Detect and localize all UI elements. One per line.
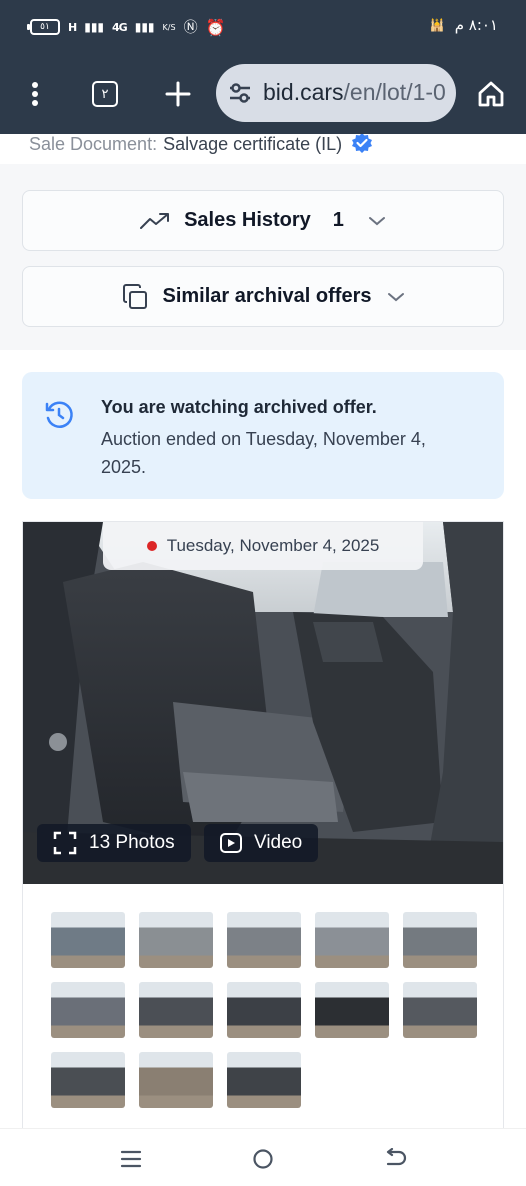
back-arrow-icon bbox=[386, 1148, 407, 1166]
signal-4g-icon: 4G bbox=[112, 20, 128, 34]
sale-document-label: Sale Document: bbox=[29, 134, 158, 154]
browser-toolbar: ٢ bid.cars/en/lot/1-0 bbox=[0, 56, 526, 134]
menu-button[interactable] bbox=[15, 74, 55, 114]
notice-title: You are watching archived offer. bbox=[101, 397, 377, 417]
mosque-icon: 🕌 bbox=[429, 18, 445, 32]
archived-offer-notice: You are watching archived offer. Auction… bbox=[22, 372, 504, 499]
tab-count-icon: ٢ bbox=[92, 81, 118, 107]
circle-home-icon bbox=[253, 1149, 273, 1169]
site-settings-icon[interactable] bbox=[228, 81, 252, 105]
photo-thumbnail[interactable] bbox=[51, 912, 125, 968]
menu-lines-icon bbox=[120, 1150, 142, 1168]
url-domain: bid.cars bbox=[263, 79, 344, 105]
photo-thumbnail[interactable] bbox=[139, 982, 213, 1038]
history-icon bbox=[45, 401, 73, 428]
photo-thumbnail[interactable] bbox=[139, 912, 213, 968]
photo-gallery-card: Tuesday, November 4, 2025 13 Photos Vide… bbox=[22, 521, 504, 1128]
status-bar: ٥١ H ▮▮▮ 4G ▮▮▮ K/S Ⓝ ⏰ 🕌 ٨:٠١ م bbox=[0, 0, 526, 56]
signal-h-icon: H bbox=[68, 20, 77, 34]
system-nav-bar bbox=[0, 1128, 526, 1186]
photo-thumbnail[interactable] bbox=[51, 1052, 125, 1108]
status-right: 🕌 ٨:٠١ م bbox=[430, 16, 498, 34]
nfc-icon: Ⓝ bbox=[183, 20, 198, 36]
sales-history-label: Sales History bbox=[184, 209, 311, 231]
video-play-icon bbox=[220, 833, 242, 853]
photo-thumbnail[interactable] bbox=[403, 912, 477, 968]
url-path: /en/lot/1-0 bbox=[343, 79, 446, 105]
kebab-menu-icon bbox=[32, 82, 38, 106]
video-button[interactable]: Video bbox=[204, 824, 319, 862]
home-button[interactable] bbox=[471, 74, 511, 114]
status-left-icons: ٥١ H ▮▮▮ 4G ▮▮▮ K/S Ⓝ ⏰ bbox=[27, 17, 226, 37]
photo-thumbnail[interactable] bbox=[227, 912, 301, 968]
signal-bars-icon-2: ▮▮▮ bbox=[134, 20, 155, 34]
similar-offers-accordion[interactable]: Similar archival offers bbox=[22, 266, 504, 327]
home-icon bbox=[478, 81, 504, 107]
trending-up-icon bbox=[140, 212, 170, 229]
photo-thumbnail[interactable] bbox=[227, 1052, 301, 1108]
signal-bars-icon: ▮▮▮ bbox=[84, 20, 105, 34]
sales-history-count: 1 bbox=[332, 209, 344, 231]
photos-count-label: 13 Photos bbox=[89, 832, 175, 853]
url-text[interactable]: bid.cars/en/lot/1-0 bbox=[263, 79, 446, 106]
address-bar[interactable]: bid.cars/en/lot/1-0 bbox=[216, 64, 456, 122]
recent-apps-button[interactable] bbox=[113, 1143, 149, 1175]
sale-document-row: Sale Document: Salvage certificate (IL) bbox=[29, 134, 373, 155]
tab-switcher-button[interactable]: ٢ bbox=[85, 74, 125, 114]
verified-badge-icon bbox=[352, 134, 373, 153]
photo-thumbnail[interactable] bbox=[139, 1052, 213, 1108]
alarm-icon: ⏰ bbox=[205, 17, 226, 37]
battery-icon: ٥١ bbox=[27, 19, 60, 35]
copy-icon bbox=[122, 283, 147, 309]
notice-text: Auction ended on Tuesday, November 4, 20… bbox=[101, 429, 426, 477]
clock: ٨:٠١ م bbox=[454, 16, 498, 34]
sale-document-value: Salvage certificate (IL) bbox=[163, 134, 343, 154]
back-nav-button[interactable] bbox=[377, 1143, 413, 1175]
main-vehicle-photo[interactable]: Tuesday, November 4, 2025 13 Photos Vide… bbox=[23, 522, 503, 884]
plus-icon bbox=[165, 81, 191, 107]
page-content: Sale Document: Salvage certificate (IL) S… bbox=[0, 134, 526, 1128]
fullscreen-icon bbox=[53, 831, 77, 855]
live-dot-icon bbox=[146, 541, 157, 551]
chevron-down-icon bbox=[388, 292, 405, 301]
auction-date-pill: Tuesday, November 4, 2025 bbox=[103, 522, 423, 570]
photo-thumbnail[interactable] bbox=[227, 982, 301, 1038]
home-nav-button[interactable] bbox=[245, 1143, 281, 1175]
accordion-section: Sales History 1 Similar archival offers bbox=[0, 164, 526, 350]
video-label: Video bbox=[254, 832, 303, 853]
similar-offers-label: Similar archival offers bbox=[162, 285, 372, 307]
photo-thumbnail[interactable] bbox=[403, 982, 477, 1038]
sales-history-accordion[interactable]: Sales History 1 bbox=[22, 190, 504, 251]
net-speed: K/S bbox=[162, 22, 176, 32]
auction-date: Tuesday, November 4, 2025 bbox=[166, 536, 380, 555]
new-tab-button[interactable] bbox=[158, 74, 198, 114]
photo-thumbnail[interactable] bbox=[315, 912, 389, 968]
chevron-down-icon bbox=[368, 216, 385, 225]
photo-thumbnail[interactable] bbox=[315, 982, 389, 1038]
photos-button[interactable]: 13 Photos bbox=[37, 824, 191, 862]
photo-thumbnail[interactable] bbox=[51, 982, 125, 1038]
